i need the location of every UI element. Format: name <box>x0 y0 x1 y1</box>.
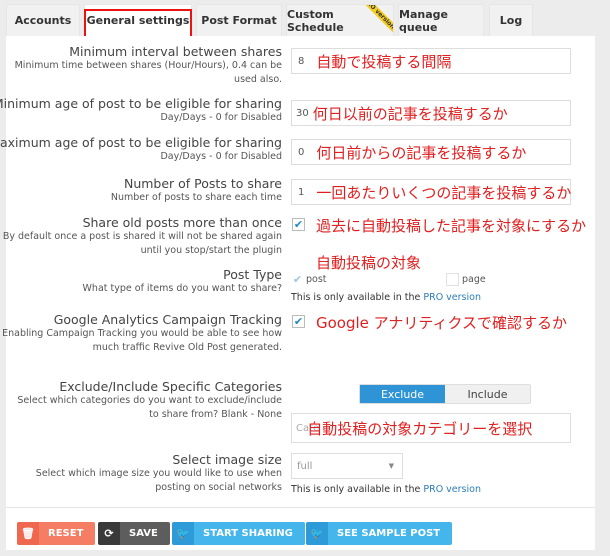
pro-version-link[interactable]: PRO version <box>423 292 481 303</box>
annotation-text: 自動投稿の対象 <box>316 254 422 272</box>
pro-note: This is only available in the PRO versio… <box>291 484 481 495</box>
annotation-text: 過去に自動投稿した記事を対象にするか <box>316 217 587 235</box>
setting-description: Day/Days - 0 for Disabled <box>160 151 282 162</box>
reset-label: RESET <box>39 522 96 545</box>
setting-title: Maximum age of post to be eligible for s… <box>0 135 282 150</box>
setting-title: Select image size <box>172 452 282 467</box>
share-more-once-checkbox[interactable]: ✔ <box>292 218 305 231</box>
setting-label: Minimum interval between shares Minimum … <box>12 44 282 87</box>
input-value: 0 <box>298 146 305 158</box>
pro-note-text: This is only available in the <box>291 292 421 303</box>
setting-label: Google Analytics Campaign Tracking Enabl… <box>2 312 282 355</box>
divider <box>6 507 595 508</box>
start-sharing-button[interactable]: 🐦 START SHARING <box>172 522 305 545</box>
see-sample-post-button[interactable]: 🐦 SEE SAMPLE POST <box>306 522 453 545</box>
reset-button[interactable]: 🗑 RESET <box>17 522 96 545</box>
save-label: SAVE <box>120 522 170 545</box>
setting-description: Select which categories do you want to e… <box>17 395 282 420</box>
annotation-text: 自動で投稿する間隔 <box>316 52 452 71</box>
start-sharing-label: START SHARING <box>194 522 305 545</box>
twitter-icon: 🐦 <box>306 522 328 545</box>
trash-icon: 🗑 <box>17 522 39 545</box>
annotation-text: Google アナリティクスで確認するか <box>316 314 568 332</box>
input-value: 30 <box>296 107 309 119</box>
setting-title: Google Analytics Campaign Tracking <box>53 312 282 327</box>
tab-label: Manage queue <box>399 7 448 34</box>
app-frame: Accounts General settings Post Format Cu… <box>0 0 610 556</box>
annotation-text: 一回あたりいくつの記事を投稿するか <box>316 183 572 202</box>
setting-title: Minimum interval between shares <box>69 44 282 59</box>
min-interval-input[interactable]: 8 自動で投稿する間隔 <box>291 48 571 74</box>
settings-panel: Minimum interval between shares Minimum … <box>0 36 595 550</box>
setting-label: Post Type What type of items do you want… <box>83 267 282 296</box>
categories-input[interactable]: Cate 自動投稿の対象カテゴリーを選択 <box>291 413 571 443</box>
input-value: 1 <box>298 186 305 198</box>
setting-title: Post Type <box>223 267 282 282</box>
chevron-down-icon: ▼ <box>388 462 394 470</box>
setting-description: Minimum time between shares (Hour/Hours)… <box>14 60 282 85</box>
annotation-text: 何日前からの記事を投稿するか <box>316 143 527 162</box>
setting-description: What type of items do you want to share? <box>82 283 282 294</box>
setting-title: Minimum age of post to be eligible for s… <box>0 96 282 111</box>
tab-log[interactable]: Log <box>489 4 533 36</box>
image-size-select[interactable]: full ▼ <box>291 453 403 479</box>
pro-version-ribbon: PRO version <box>363 5 393 35</box>
setting-label: Exclude/Include Specific Categories Sele… <box>12 379 282 422</box>
save-button[interactable]: ⟳ SAVE <box>98 522 170 545</box>
exclude-label: Exclude <box>380 387 425 401</box>
setting-description: Enabling Campaign Tracking you would be … <box>2 328 282 353</box>
tab-post-format[interactable]: Post Format <box>196 4 282 36</box>
setting-description: Day/Days - 0 for Disabled <box>160 112 282 123</box>
setting-label: Minimum age of post to be eligible for s… <box>0 96 282 125</box>
include-label: Include <box>467 387 508 401</box>
tab-custom-schedule[interactable]: Custom Schedule PRO version <box>286 4 394 36</box>
ga-tracking-checkbox[interactable]: ✔ <box>292 315 305 328</box>
page-option-label: page <box>462 274 486 285</box>
pro-version-link[interactable]: PRO version <box>423 484 481 495</box>
tab-label: Accounts <box>14 14 72 27</box>
annotation-text: 何日以前の記事を投稿するか <box>312 104 508 123</box>
setting-description: By default once a post is shared it will… <box>2 231 282 256</box>
select-value: full <box>297 460 313 472</box>
pro-note: This is only available in the PRO versio… <box>291 292 481 303</box>
tab-label: General settings <box>86 14 190 27</box>
min-age-input[interactable]: 30 何日以前の記事を投稿するか <box>291 100 571 126</box>
tab-accounts[interactable]: Accounts <box>6 4 80 36</box>
setting-description: Number of posts to share each time <box>110 192 282 203</box>
post-checkbox[interactable]: ✔ <box>291 273 304 286</box>
max-age-input[interactable]: 0 何日前からの記事を投稿するか <box>291 139 571 165</box>
setting-label: Select image size Select which image siz… <box>32 452 282 495</box>
tab-manage-queue[interactable]: Manage queue <box>398 4 484 36</box>
exclude-option[interactable]: Exclude <box>360 385 445 403</box>
setting-title: Exclude/Include Specific Categories <box>59 379 282 394</box>
setting-label: Share old posts more than once By defaul… <box>2 215 282 258</box>
num-posts-input[interactable]: 1 一回あたりいくつの記事を投稿するか <box>291 179 571 205</box>
include-option[interactable]: Include <box>445 385 530 403</box>
annotation-text: 自動投稿の対象カテゴリーを選択 <box>307 419 533 438</box>
setting-title: Number of Posts to share <box>123 176 282 191</box>
tab-label: Post Format <box>201 14 277 27</box>
page-checkbox[interactable] <box>446 273 459 286</box>
pro-note-text: This is only available in the <box>291 484 421 495</box>
post-option-label: post <box>306 274 327 285</box>
ribbon-text: PRO version <box>363 5 393 35</box>
tab-general-settings[interactable]: General settings <box>84 4 192 38</box>
sample-post-label: SEE SAMPLE POST <box>328 522 453 545</box>
tab-label: Log <box>499 14 523 27</box>
setting-title: Share old posts more than once <box>82 215 282 230</box>
input-value: 8 <box>298 55 305 67</box>
refresh-icon: ⟳ <box>98 522 120 545</box>
twitter-icon: 🐦 <box>172 522 194 545</box>
setting-label: Number of Posts to share Number of posts… <box>111 176 282 205</box>
setting-description: Select which image size you would like t… <box>35 468 282 493</box>
exclude-include-toggle[interactable]: Exclude Include <box>359 384 531 404</box>
setting-label: Maximum age of post to be eligible for s… <box>0 135 282 164</box>
